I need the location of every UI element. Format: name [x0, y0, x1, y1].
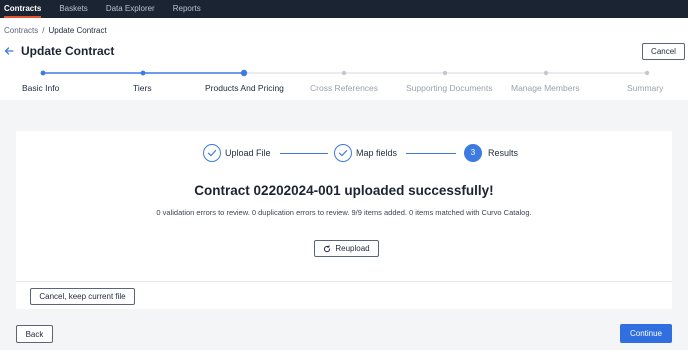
- cancel-button[interactable]: Cancel: [642, 43, 685, 60]
- step-tiers[interactable]: Tiers: [133, 83, 152, 93]
- back-arrow-icon[interactable]: [4, 46, 14, 56]
- nav-tab-reports[interactable]: Reports: [173, 0, 201, 18]
- stepper-dot-basic-info: [40, 70, 46, 76]
- results-step-number: 3: [464, 144, 482, 162]
- upload-summary: 0 validation errors to review. 0 duplica…: [156, 208, 532, 217]
- step-basic-info[interactable]: Basic Info: [22, 83, 59, 93]
- step-cross-references: Cross References: [310, 83, 379, 93]
- stepper-dot-summary: [644, 70, 650, 76]
- breadcrumb-current: Update Contract: [48, 26, 107, 35]
- page-title: Update Contract: [21, 44, 115, 58]
- wizard-stepper: Basic Info Tiers Products And Pricing Cr…: [0, 68, 688, 98]
- refresh-icon: [324, 244, 331, 252]
- back-button[interactable]: Back: [16, 325, 53, 343]
- nav-tab-data-explorer[interactable]: Data Explorer: [106, 0, 155, 18]
- reupload-button-label: Reupload: [335, 244, 370, 253]
- cancel-keep-file-button[interactable]: Cancel, keep current file: [30, 288, 135, 305]
- breadcrumb-separator: /: [42, 26, 45, 35]
- reupload-button[interactable]: Reupload: [314, 240, 379, 257]
- stepper-dot-supporting-documents: [442, 70, 448, 76]
- map-fields-check-icon: [334, 144, 352, 162]
- page-header: Contracts / Update Contract Update Contrac…: [0, 18, 688, 100]
- success-heading: Contract 02202024-001 uploaded successfu…: [194, 183, 494, 198]
- step-manage-members: Manage Members: [511, 83, 580, 93]
- upload-step-upload-file: Upload File: [225, 148, 271, 158]
- breadcrumb-link-contracts[interactable]: Contracts: [4, 26, 38, 35]
- upload-progress: Upload File Map fields 3 Results: [16, 144, 672, 164]
- breadcrumb: Contracts / Update Contract: [4, 26, 107, 35]
- upload-step-results: Results: [488, 148, 519, 158]
- stepper-dot-manage-members: [543, 70, 549, 76]
- step-products-and-pricing[interactable]: Products And Pricing: [205, 83, 284, 93]
- nav-tab-contracts[interactable]: Contracts: [4, 0, 42, 18]
- stepper-dot-cross-references: [341, 70, 347, 76]
- upload-progress-line: [280, 153, 328, 154]
- stepper-track: [40, 69, 650, 77]
- upload-results-card: Upload File Map fields 3 Results Contrac…: [16, 131, 672, 309]
- stepper-dot-tiers: [140, 70, 146, 76]
- step-supporting-documents: Supporting Documents: [406, 83, 493, 93]
- upload-step-map-fields: Map fields: [356, 148, 398, 158]
- card-divider: [16, 281, 672, 282]
- upload-progress-line: [406, 153, 456, 154]
- upload-step-check-icon: [203, 144, 221, 162]
- continue-button[interactable]: Continue: [620, 324, 672, 343]
- stepper-dot-products-and-pricing: [240, 69, 248, 77]
- step-summary: Summary: [627, 83, 664, 93]
- nav-tab-baskets[interactable]: Baskets: [59, 0, 87, 18]
- top-nav: Contracts Baskets Data Explorer Reports: [0, 0, 688, 18]
